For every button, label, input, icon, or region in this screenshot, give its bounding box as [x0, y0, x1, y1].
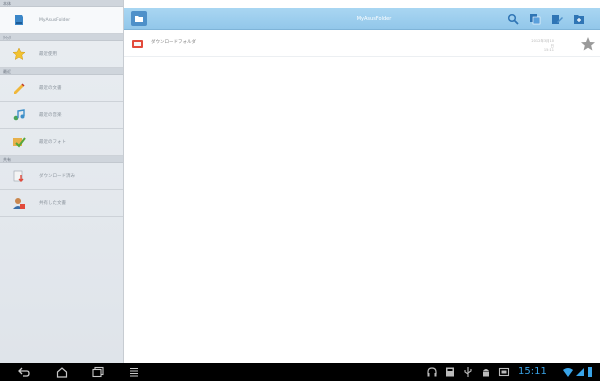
sidebar-item-label: 最近の文書 [39, 86, 62, 91]
sidebar-item-recent-photos[interactable]: 最近のフォト [0, 129, 123, 156]
section-header-shared: 共有 [0, 156, 123, 163]
file-date: 2012年3月10日 [531, 39, 554, 48]
file-row[interactable]: ダウンロードフォルダ 2012年3月10日 15:11 [124, 31, 600, 57]
sidebar-item-myasusfolder[interactable]: MyAsusFolder [0, 7, 123, 34]
file-meta: 2012年3月10日 15:11 [528, 39, 554, 53]
file-manager-app: 本体 MyAsusFolder ｸｲｯｸ 最近使用 最近 最近の文書 最近の音楽… [0, 0, 600, 363]
photo-check-icon [9, 133, 29, 151]
shared-person-icon [9, 194, 29, 212]
download-icon [9, 167, 29, 185]
main-panel: MyAsusFolder ダウンロードフォルダ 2012年3月10日 15:11 [124, 0, 600, 363]
folder-title: MyAsusFolder [356, 16, 392, 22]
up-folder-button[interactable] [131, 11, 147, 26]
sidebar-item-label: 最近の音楽 [39, 113, 62, 118]
status-clock: 15:11 [518, 366, 547, 377]
section-header-quick: ｸｲｯｸ [0, 34, 123, 41]
folder-up-icon [135, 16, 143, 22]
sidebar-item-label: 共有した文書 [39, 201, 66, 206]
wifi-icon [562, 366, 574, 378]
new-folder-icon[interactable] [572, 12, 586, 26]
section-header-device: 本体 [0, 0, 123, 7]
favorite-star-icon[interactable] [580, 36, 596, 52]
device-icon [9, 11, 29, 29]
sidebar-item-shared-docs[interactable]: 共有した文書 [0, 190, 123, 217]
sidebar-item-downloads[interactable]: ダウンロード済み [0, 163, 123, 190]
music-icon [9, 106, 29, 124]
headset-icon [426, 366, 438, 378]
signal-icon [574, 366, 586, 378]
menu-icon[interactable] [128, 366, 140, 378]
file-time: 15:11 [543, 48, 554, 52]
search-icon[interactable] [506, 12, 520, 26]
copy-icon[interactable] [528, 12, 542, 26]
action-bar: MyAsusFolder [124, 8, 600, 30]
doc-pen-icon [9, 79, 29, 97]
file-name: ダウンロードフォルダ [151, 40, 196, 45]
sidebar-item-label: ダウンロード済み [39, 174, 75, 179]
sidebar-item-favorites[interactable]: 最近使用 [0, 41, 123, 68]
sidebar-item-recent-music[interactable]: 最近の音楽 [0, 102, 123, 129]
back-icon[interactable] [18, 366, 30, 378]
sidebar-item-label: 最近のフォト [39, 140, 66, 145]
home-icon[interactable] [56, 366, 68, 378]
sidebar: 本体 MyAsusFolder ｸｲｯｸ 最近使用 最近 最近の文書 最近の音楽… [0, 0, 124, 363]
sidebar-item-label: MyAsusFolder [39, 17, 71, 23]
sidebar-item-label: 最近使用 [39, 52, 57, 57]
screenshot-icon [498, 366, 510, 378]
system-bar: 15:11 [0, 363, 600, 381]
battery-icon [586, 366, 594, 378]
android-icon [480, 366, 492, 378]
folder-icon [132, 40, 143, 48]
section-header-recent: 最近 [0, 68, 123, 75]
notification-icon [444, 366, 456, 378]
star-icon [9, 45, 29, 63]
recent-apps-icon[interactable] [92, 366, 104, 378]
usb-icon [462, 366, 474, 378]
sidebar-item-recent-docs[interactable]: 最近の文書 [0, 75, 123, 102]
edit-icon[interactable] [550, 12, 564, 26]
